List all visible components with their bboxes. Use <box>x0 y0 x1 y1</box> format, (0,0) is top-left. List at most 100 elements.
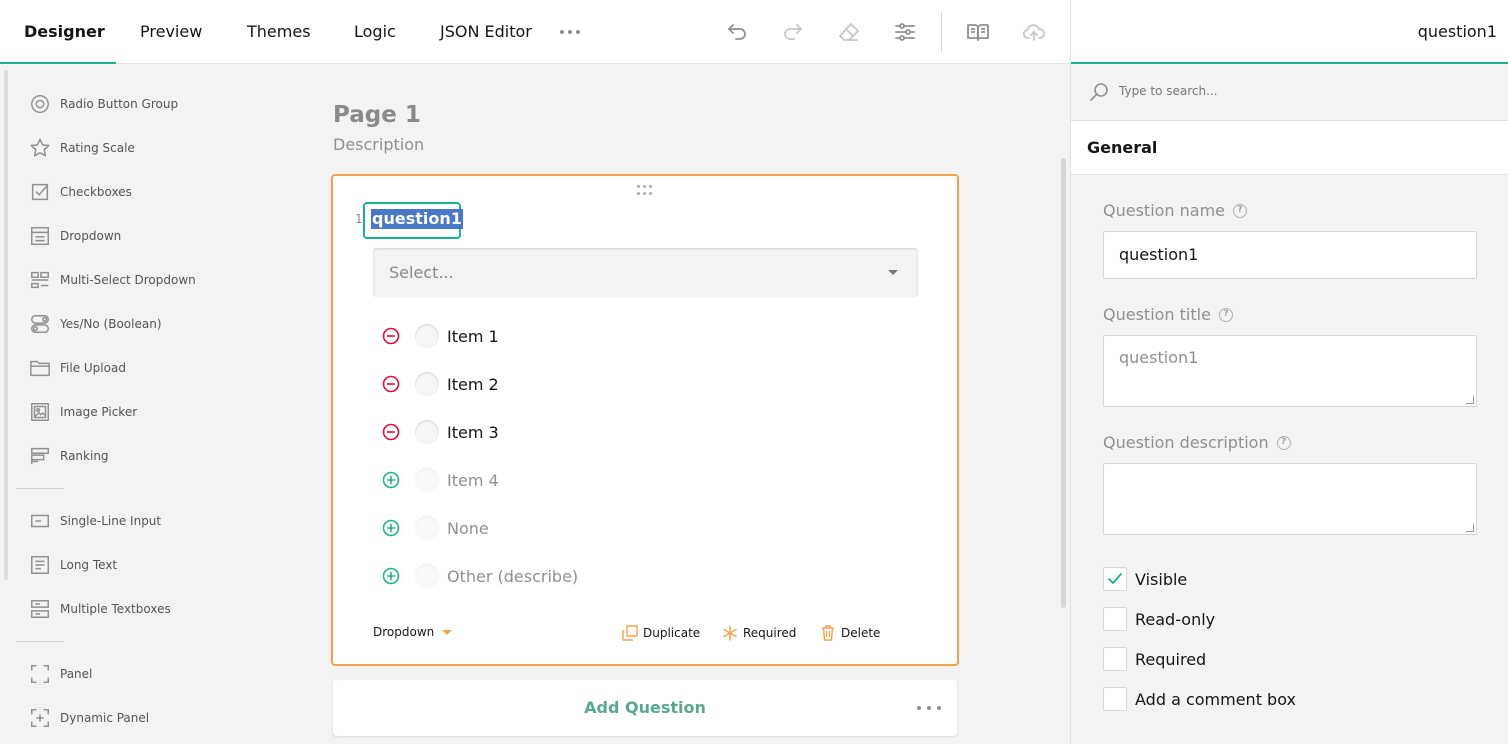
remove-choice-button[interactable] <box>381 326 401 346</box>
toolbox-item-rating-scale[interactable]: Rating Scale <box>28 136 135 160</box>
comment-box-checkbox[interactable]: Add a comment box <box>1103 687 1296 711</box>
help-icon[interactable]: ? <box>1276 435 1291 450</box>
toolbox-item-radio-button-group[interactable]: Radio Button Group <box>28 92 178 116</box>
dynamic-panel-icon <box>31 709 49 727</box>
add-choice-button[interactable] <box>381 470 401 490</box>
choice-text[interactable]: Other (describe) <box>447 567 578 586</box>
undo-button[interactable] <box>719 14 755 50</box>
page-title[interactable]: Page 1 <box>333 102 421 128</box>
toolbox: Radio Button Group Rating Scale Checkbox… <box>0 64 250 744</box>
question-description-field[interactable] <box>1103 463 1477 535</box>
toolbox-item-dropdown[interactable]: Dropdown <box>28 224 121 248</box>
docs-button[interactable] <box>960 14 996 50</box>
tab-designer[interactable]: Designer <box>24 0 105 64</box>
help-icon[interactable]: ? <box>1218 307 1233 322</box>
choice-item-placeholder: Item 4 <box>381 467 499 493</box>
toolbox-item-long-text[interactable]: Long Text <box>28 553 117 577</box>
question-type-menu-button[interactable] <box>917 702 941 714</box>
read-only-checkbox[interactable]: Read-only <box>1103 607 1215 631</box>
dropdown-placeholder: Select... <box>389 263 454 282</box>
toolbox-item-panel[interactable]: Panel <box>28 662 92 686</box>
choice-text[interactable]: Item 2 <box>447 375 499 394</box>
more-tabs-button[interactable] <box>555 20 585 44</box>
duplicate-button[interactable]: Duplicate <box>622 622 700 644</box>
visible-checkbox[interactable]: Visible <box>1103 567 1187 591</box>
question-title: question1 <box>371 209 463 229</box>
tab-themes[interactable]: Themes <box>247 0 311 64</box>
question-card[interactable]: 1. question1 Select... Item 1 Item 2 Ite… <box>331 174 959 666</box>
drag-handle-icon[interactable] <box>637 185 655 195</box>
toolbox-item-file-upload[interactable]: File Upload <box>28 356 126 380</box>
help-icon[interactable]: ? <box>1233 203 1248 218</box>
property-search[interactable]: Type to search... <box>1071 64 1508 121</box>
design-surface-scrollbar[interactable] <box>1061 158 1066 608</box>
page-description[interactable]: Description <box>333 135 424 154</box>
plus-circle-icon <box>382 519 400 537</box>
choice-radio <box>415 324 439 348</box>
plus-circle-icon <box>382 567 400 585</box>
question-title-field[interactable]: question1 <box>1103 335 1477 407</box>
required-checkbox[interactable]: Required <box>1103 647 1206 671</box>
toolbox-separator <box>16 641 64 642</box>
toolbox-scrollbar[interactable] <box>4 70 8 580</box>
resize-handle-icon[interactable] <box>1466 396 1474 404</box>
selected-object-name[interactable]: question1 <box>1418 22 1497 41</box>
question-adorner-bar: Dropdown Duplicate Required Delete <box>373 622 918 644</box>
radio-icon <box>31 95 49 113</box>
add-other-button[interactable] <box>381 566 401 586</box>
remove-choice-button[interactable] <box>381 374 401 394</box>
remove-choice-button[interactable] <box>381 422 401 442</box>
choice-radio <box>415 468 439 492</box>
asterisk-icon <box>723 625 737 641</box>
delete-button[interactable]: Delete <box>820 622 880 644</box>
toolbox-item-multiple-textboxes[interactable]: Multiple Textboxes <box>28 597 171 621</box>
choice-item-none: None <box>381 515 489 541</box>
search-input[interactable]: Type to search... <box>1119 84 1218 98</box>
choice-radio <box>415 516 439 540</box>
add-none-button[interactable] <box>381 518 401 538</box>
survey-settings-button[interactable] <box>887 14 923 50</box>
search-icon <box>1090 83 1108 101</box>
add-question-button[interactable]: Add Question <box>333 698 957 717</box>
trash-icon <box>822 625 834 641</box>
question-title-editor[interactable]: question1 <box>363 202 463 239</box>
redo-icon <box>784 24 802 40</box>
toolbox-item-boolean[interactable]: Yes/No (Boolean) <box>28 312 162 336</box>
choice-text[interactable]: Item 4 <box>447 471 499 490</box>
category-general[interactable]: General <box>1071 121 1508 175</box>
check-icon <box>1108 573 1122 584</box>
toolbar-separator <box>941 12 942 52</box>
required-button[interactable]: Required <box>722 622 796 644</box>
text-input-icon <box>31 514 49 528</box>
tab-json-editor[interactable]: JSON Editor <box>440 0 532 64</box>
top-toolbar: Designer Preview Themes Logic JSON Edito… <box>0 0 1070 64</box>
toggle-icon <box>31 315 49 333</box>
toolbox-item-checkboxes[interactable]: Checkboxes <box>28 180 132 204</box>
toolbox-item-single-line-input[interactable]: Single-Line Input <box>28 509 161 533</box>
redo-button[interactable] <box>775 14 811 50</box>
toolbox-item-image-picker[interactable]: Image Picker <box>28 400 137 424</box>
tab-preview[interactable]: Preview <box>140 0 202 64</box>
save-cloud-button[interactable] <box>1016 14 1052 50</box>
tab-logic[interactable]: Logic <box>354 0 396 64</box>
chevron-down-icon <box>888 270 898 275</box>
toolbox-item-dynamic-panel[interactable]: Dynamic Panel <box>28 706 149 730</box>
question-name-field[interactable]: question1 <box>1103 231 1477 279</box>
choice-text[interactable]: Item 3 <box>447 423 499 442</box>
question-type-selector[interactable]: Dropdown <box>373 625 453 639</box>
long-text-icon <box>31 556 49 574</box>
choice-radio <box>415 564 439 588</box>
toolbox-item-ranking[interactable]: Ranking <box>28 444 109 468</box>
dropdown-preview[interactable]: Select... <box>373 248 918 297</box>
book-icon <box>967 24 989 41</box>
clear-survey-button[interactable] <box>831 14 867 50</box>
choice-text[interactable]: Item 1 <box>447 327 499 346</box>
choice-item: Item 3 <box>381 419 499 445</box>
caret-down-icon <box>442 629 453 635</box>
resize-handle-icon[interactable] <box>1466 524 1474 532</box>
toolbox-item-multi-select-dropdown[interactable]: Multi-Select Dropdown <box>28 268 196 292</box>
image-icon <box>31 403 49 421</box>
eraser-icon <box>839 23 859 41</box>
multiple-text-icon <box>31 600 49 618</box>
choice-text[interactable]: None <box>447 519 489 538</box>
